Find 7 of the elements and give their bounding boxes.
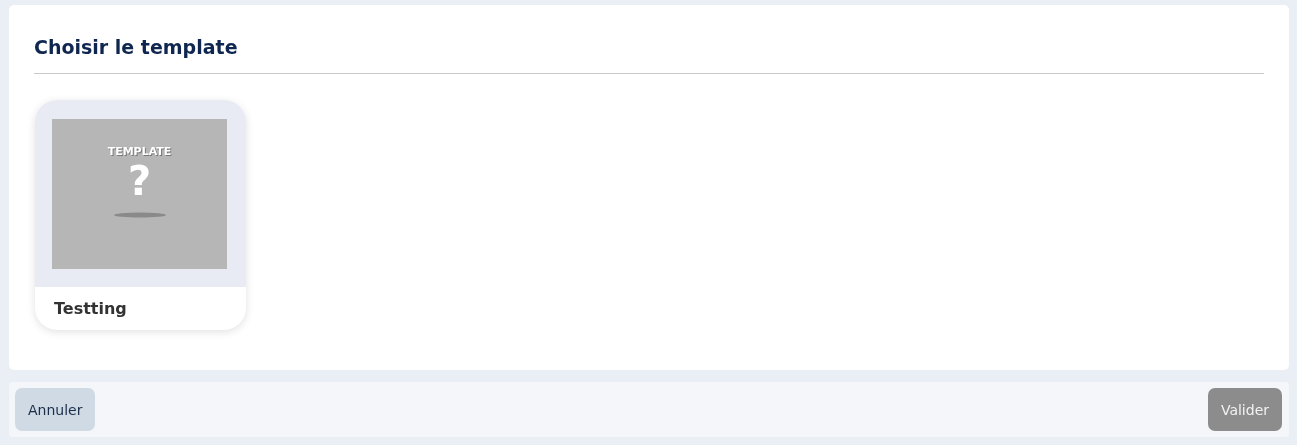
template-name: Testting	[53, 298, 128, 320]
template-card[interactable]: TEMPLATE ? Testting	[35, 100, 246, 330]
thumbnail-caption: TEMPLATE	[107, 146, 172, 158]
question-mark: ?	[127, 160, 152, 202]
cancel-button[interactable]: Annuler	[15, 388, 96, 431]
panel-title: Choisir le template	[34, 37, 239, 57]
shadow-icon	[113, 212, 166, 218]
